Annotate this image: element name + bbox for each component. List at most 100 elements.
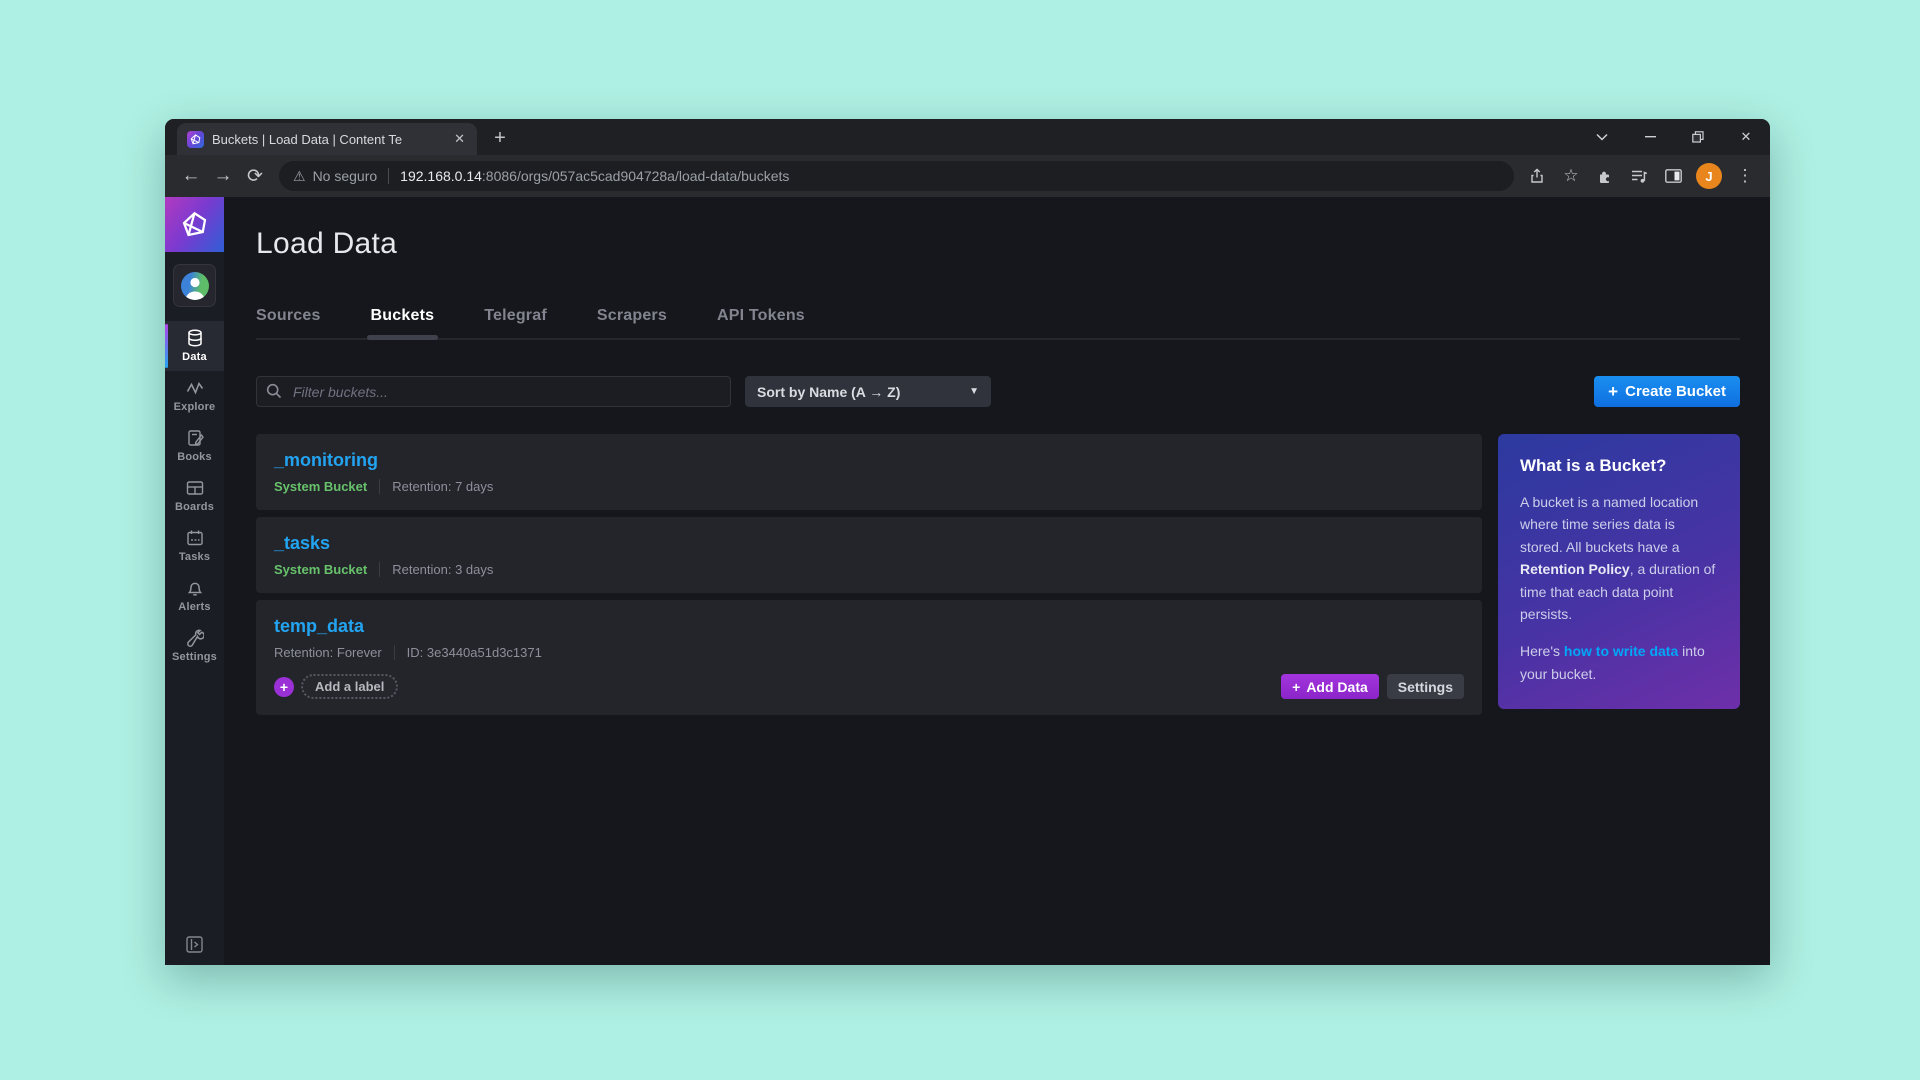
forward-button[interactable]: → — [207, 160, 239, 192]
add-label-button[interactable]: Add a label — [301, 674, 398, 699]
back-button[interactable]: ← — [175, 160, 207, 192]
bucket-settings-button[interactable]: Settings — [1387, 674, 1464, 699]
plus-icon: + — [1608, 382, 1618, 402]
share-icon[interactable] — [1522, 161, 1552, 191]
tab-close-icon[interactable]: ✕ — [452, 131, 467, 147]
bookmark-star-icon[interactable]: ☆ — [1556, 161, 1586, 191]
tab-search-icon[interactable] — [1578, 119, 1626, 155]
main-content: Load Data Sources Buckets Telegraf Scrap… — [224, 197, 1770, 965]
add-data-button[interactable]: + Add Data — [1281, 674, 1379, 699]
desktop-background: Buckets | Load Data | Content Te ✕ + ✕ — [0, 0, 1920, 1080]
sidebar-item-explore[interactable]: Explore — [165, 371, 224, 421]
tab-buckets[interactable]: Buckets — [371, 307, 435, 325]
sidebar-item-label: Explore — [174, 401, 216, 413]
meta-divider — [379, 562, 380, 577]
app-sidebar: Data Explore — [165, 197, 224, 965]
panel-body-2: Here's how to write data into your bucke… — [1520, 640, 1718, 685]
graph-line-icon — [186, 379, 204, 397]
new-tab-button[interactable]: + — [485, 123, 515, 153]
media-controls-icon[interactable] — [1624, 161, 1654, 191]
panel-text: Here's — [1520, 643, 1564, 659]
browser-menu-icon[interactable]: ⋮ — [1730, 161, 1760, 191]
sidebar-item-label: Alerts — [178, 601, 210, 613]
sort-dropdown[interactable]: Sort by Name (A → Z) ▼ — [745, 376, 991, 407]
bucket-meta: System Bucket Retention: 3 days — [274, 562, 1464, 577]
user-avatar-icon — [181, 272, 209, 300]
sidebar-item-alerts[interactable]: Alerts — [165, 571, 224, 621]
sidebar-item-label: Books — [177, 451, 212, 463]
add-data-label: Add Data — [1306, 679, 1367, 695]
bucket-row-temp-data: temp_data Retention: Forever ID: 3e3440a… — [256, 600, 1482, 715]
sidebar-item-boards[interactable]: Boards — [165, 471, 224, 521]
sidebar-item-tasks[interactable]: Tasks — [165, 521, 224, 571]
add-label-plus-icon[interactable]: + — [274, 677, 294, 697]
influxdb-logo[interactable] — [165, 197, 224, 252]
restore-button[interactable] — [1674, 119, 1722, 155]
chevron-down-icon: ▼ — [969, 386, 979, 397]
bucket-name-link[interactable]: _tasks — [274, 533, 330, 554]
reload-button[interactable]: ⟳ — [239, 160, 271, 192]
browser-tab[interactable]: Buckets | Load Data | Content Te ✕ — [177, 123, 477, 155]
sidebar-item-label: Tasks — [179, 551, 210, 563]
not-secure-label: No seguro — [313, 168, 378, 184]
user-avatar-button[interactable] — [173, 264, 216, 307]
page-title: Load Data — [256, 227, 1740, 261]
retention-text: Retention: Forever — [274, 645, 382, 660]
extensions-puzzle-icon[interactable] — [1590, 161, 1620, 191]
tab-scrapers[interactable]: Scrapers — [597, 307, 667, 325]
address-bar[interactable]: ⚠ No seguro 192.168.0.14 :8086/orgs/057a… — [279, 161, 1514, 191]
database-icon — [186, 329, 204, 347]
window-controls: ✕ — [1578, 119, 1770, 155]
side-panel-icon[interactable] — [1658, 161, 1688, 191]
sidebar-item-settings[interactable]: Settings — [165, 621, 224, 671]
buckets-body: _monitoring System Bucket Retention: 7 d… — [256, 434, 1740, 715]
sidebar-item-label: Boards — [175, 501, 214, 513]
notebook-icon — [186, 429, 204, 447]
url-host: 192.168.0.14 — [400, 168, 482, 184]
bucket-meta: Retention: Forever ID: 3e3440a51d3c1371 — [274, 645, 1464, 660]
retention-text: Retention: 7 days — [392, 479, 493, 494]
minimize-button[interactable] — [1626, 119, 1674, 155]
sidebar-item-books[interactable]: Books — [165, 421, 224, 471]
bucket-id-text: ID: 3e3440a51d3c1371 — [407, 645, 542, 660]
not-secure-warning-icon: ⚠ — [293, 168, 306, 185]
retention-text: Retention: 3 days — [392, 562, 493, 577]
panel-title: What is a Bucket? — [1520, 456, 1718, 476]
meta-divider — [394, 645, 395, 660]
settings-label: Settings — [1398, 679, 1453, 695]
dashboard-icon — [186, 479, 204, 497]
sort-label: Sort by Name (A → Z) — [757, 384, 900, 400]
filter-buckets-field — [256, 376, 731, 407]
bucket-row-monitoring: _monitoring System Bucket Retention: 7 d… — [256, 434, 1482, 510]
profile-avatar[interactable]: J — [1696, 163, 1722, 189]
wrench-icon — [186, 629, 204, 647]
tab-api-tokens[interactable]: API Tokens — [717, 307, 805, 325]
calendar-icon — [186, 529, 204, 547]
create-bucket-label: Create Bucket — [1625, 383, 1726, 400]
create-bucket-button[interactable]: + Create Bucket — [1594, 376, 1740, 407]
panel-text: A bucket is a named location where time … — [1520, 494, 1698, 555]
bucket-actions-row: + Add a label + Add Data Settings — [274, 674, 1464, 699]
tab-telegraf[interactable]: Telegraf — [484, 307, 547, 325]
how-to-write-data-link[interactable]: how to write data — [1564, 643, 1678, 659]
system-bucket-badge: System Bucket — [274, 479, 367, 494]
sidebar-nav: Data Explore — [165, 321, 224, 671]
url-path: :8086/orgs/057ac5cad904728a/load-data/bu… — [482, 168, 789, 184]
panel-bold-text: Retention Policy — [1520, 561, 1630, 577]
filter-buckets-input[interactable] — [256, 376, 731, 407]
expand-sidebar-icon[interactable] — [186, 936, 203, 953]
system-bucket-badge: System Bucket — [274, 562, 367, 577]
bucket-name-link[interactable]: _monitoring — [274, 450, 378, 471]
sidebar-item-data[interactable]: Data — [165, 321, 224, 371]
bucket-name-link[interactable]: temp_data — [274, 616, 364, 637]
close-window-button[interactable]: ✕ — [1722, 119, 1770, 155]
bucket-row-tasks: _tasks System Bucket Retention: 3 days — [256, 517, 1482, 593]
bucket-controls: Sort by Name (A → Z) ▼ + Create Bucket — [256, 376, 1740, 407]
tab-title: Buckets | Load Data | Content Te — [212, 132, 444, 147]
tab-sources[interactable]: Sources — [256, 307, 321, 325]
url-divider — [388, 168, 389, 184]
plus-icon: + — [1292, 679, 1300, 695]
bell-icon — [186, 579, 204, 597]
meta-divider — [379, 479, 380, 494]
sidebar-item-label: Data — [182, 351, 207, 363]
